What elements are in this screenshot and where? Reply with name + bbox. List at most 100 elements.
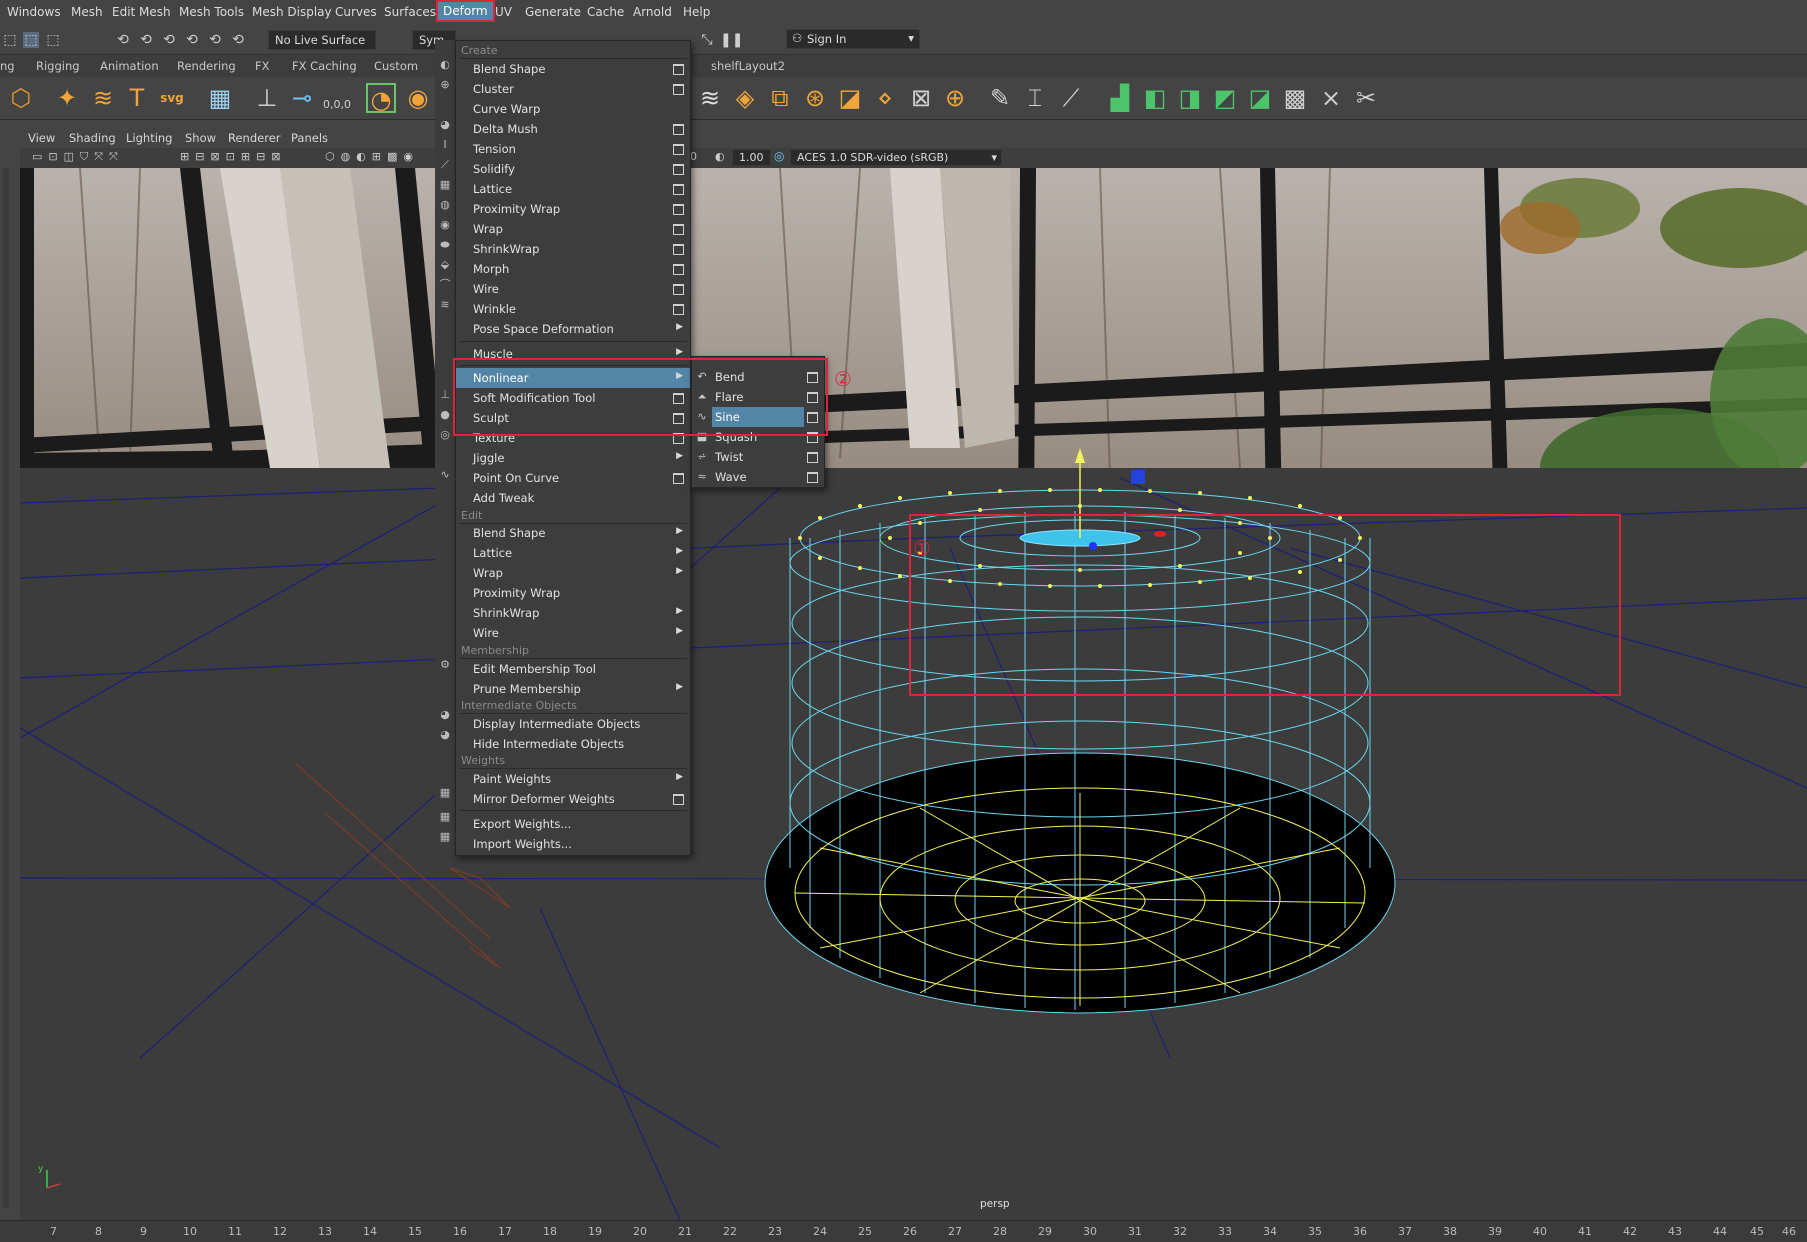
sphere-icon[interactable]: ◉ — [403, 83, 433, 113]
menu-uv[interactable]: UV — [495, 5, 512, 19]
panel-menu-show[interactable]: Show — [185, 131, 216, 145]
menu-item-display-intermediate-objects[interactable]: Display Intermediate Objects — [456, 714, 690, 734]
menu-item-point-on-curve[interactable]: Point On Curve — [456, 468, 690, 488]
menu-item-mirror-deformer-weights[interactable]: Mirror Deformer Weights — [456, 789, 690, 809]
uv-icon-5[interactable]: ◪ — [1245, 83, 1275, 113]
freeze-icon[interactable]: 0,0,0 — [322, 83, 352, 113]
scissors-icon[interactable]: ✂ — [1351, 83, 1381, 113]
option-box-icon[interactable] — [673, 473, 684, 484]
sign-in-button[interactable]: ⚇ Sign In ▾ — [786, 29, 920, 49]
undo-icon[interactable]: ⟲ — [230, 32, 246, 48]
menu-item-wire[interactable]: Wire — [456, 279, 690, 299]
menu-item-prune-membership[interactable]: Prune Membership ▶ — [456, 679, 690, 699]
menu-item-edit-wrap[interactable]: Wrap ▶ — [456, 563, 690, 583]
shading-toggles-icon[interactable]: ⬡◍◐⊞▩◉ — [325, 150, 419, 163]
text-icon[interactable]: T — [122, 83, 152, 113]
slice-icon[interactable]: ⋄ — [870, 83, 900, 113]
star-icon[interactable]: ✦ — [52, 83, 82, 113]
menu-item-jiggle[interactable]: Jiggle ▶ — [456, 448, 690, 468]
submenu-item-squash[interactable]: ⬓ Squash — [692, 427, 824, 447]
menu-item-paint-weights[interactable]: Paint Weights ▶ — [456, 769, 690, 789]
menu-edit-mesh[interactable]: Edit Mesh — [112, 5, 171, 19]
option-box-icon[interactable] — [673, 224, 684, 235]
menu-mesh[interactable]: Mesh — [71, 5, 103, 19]
tab-fx-caching[interactable]: FX Caching — [292, 59, 357, 73]
menu-windows[interactable]: Windows — [7, 5, 61, 19]
option-box-icon[interactable] — [673, 304, 684, 315]
menu-item-curve-warp[interactable]: Curve Warp — [456, 99, 690, 119]
panel-menu-view[interactable]: View — [28, 131, 55, 145]
cube-icon[interactable]: ◈ — [730, 83, 760, 113]
uv-icon-4[interactable]: ◩ — [1210, 83, 1240, 113]
menu-item-edit-blend-shape[interactable]: Blend Shape ▶ — [456, 523, 690, 543]
menu-item-edit-lattice[interactable]: Lattice ▶ — [456, 543, 690, 563]
option-box-icon[interactable] — [807, 472, 818, 483]
pencil-icon[interactable]: ✎ — [985, 83, 1015, 113]
submenu-item-bend[interactable]: ↶ Bend — [692, 367, 824, 387]
option-box-icon[interactable] — [673, 794, 684, 805]
option-box-icon[interactable] — [807, 432, 818, 443]
submenu-item-wave[interactable]: ≈ Wave — [692, 467, 824, 487]
menu-item-hide-intermediate-objects[interactable]: Hide Intermediate Objects — [456, 734, 690, 754]
option-box-icon[interactable] — [673, 433, 684, 444]
menu-item-muscle[interactable]: Muscle ▶ — [456, 344, 690, 364]
option-box-icon[interactable] — [673, 393, 684, 404]
tab-shelflayout2[interactable]: shelfLayout2 — [711, 59, 785, 73]
camera-tools-icon[interactable]: ▭⊡◫⛉⤧⤧ — [32, 150, 124, 164]
cut-icon[interactable]: ⟋ — [1056, 83, 1086, 113]
option-box-icon[interactable] — [673, 184, 684, 195]
menu-generate[interactable]: Generate — [525, 5, 581, 19]
option-box-icon[interactable] — [673, 144, 684, 155]
select-component-icon[interactable]: ⟲ — [161, 32, 177, 48]
paint-select-icon[interactable]: ⟲ — [207, 32, 223, 48]
option-box-icon[interactable] — [673, 264, 684, 275]
menu-deform[interactable]: Deform — [436, 0, 495, 22]
display-toggles-icon[interactable]: ⊞⊟⊠⊡⊞⊟⊠ — [180, 150, 287, 163]
tab-rigging[interactable]: Rigging — [36, 59, 80, 73]
menu-item-export-weights[interactable]: Export Weights... — [456, 814, 690, 834]
menu-help[interactable]: Help — [683, 5, 710, 19]
menu-item-edit-proximity-wrap[interactable]: Proximity Wrap — [456, 583, 690, 603]
sweep-icon[interactable]: ≋ — [88, 83, 118, 113]
gamma-icon[interactable]: ◐ — [715, 150, 725, 163]
polygon-icon[interactable]: ⬡ — [6, 83, 36, 113]
menu-item-solidify[interactable]: Solidify — [456, 159, 690, 179]
option-box-icon[interactable] — [673, 244, 684, 255]
menu-item-delta-mush[interactable]: Delta Mush — [456, 119, 690, 139]
menu-item-proximity-wrap[interactable]: Proximity Wrap — [456, 199, 690, 219]
perspective-viewport[interactable]: y ① persp — [20, 168, 1807, 1220]
select-mode-icon[interactable]: ⬚ — [2, 32, 18, 48]
panel-menu-panels[interactable]: Panels — [291, 131, 328, 145]
menu-mesh-display[interactable]: Mesh Display — [252, 5, 332, 19]
manipulator-handle[interactable] — [1131, 470, 1145, 484]
bounding-box-icon[interactable]: ⊠ — [906, 83, 936, 113]
menu-item-edit-membership-tool[interactable]: Edit Membership Tool — [456, 659, 690, 679]
time-slider[interactable]: 7 8 9 10 11 12 13 14 15 16 17 18 19 20 2… — [0, 1220, 1807, 1242]
menu-item-nonlinear[interactable]: Nonlinear ▶ — [456, 368, 690, 388]
menu-item-edit-shrinkwrap[interactable]: ShrinkWrap ▶ — [456, 603, 690, 623]
tab-custom[interactable]: Custom — [374, 59, 418, 73]
option-box-icon[interactable] — [673, 413, 684, 424]
gamma-field[interactable]: 1.00 — [732, 149, 771, 166]
menu-curves[interactable]: Curves — [335, 5, 377, 19]
menu-item-import-weights[interactable]: Import Weights... — [456, 834, 690, 854]
combine-icon[interactable]: ⊕ — [940, 83, 970, 113]
tab-rendering[interactable]: Rendering — [177, 59, 236, 73]
snap-icon[interactable]: ⊸ — [287, 83, 317, 113]
menu-surfaces[interactable]: Surfaces — [384, 5, 436, 19]
live-surface-field[interactable]: No Live Surface — [268, 30, 376, 50]
menu-item-wrap[interactable]: Wrap — [456, 219, 690, 239]
cubes-icon[interactable]: ⧉ — [765, 83, 795, 113]
select-object-icon[interactable]: ⟲ — [138, 32, 154, 48]
menu-item-add-tweak[interactable]: Add Tweak — [456, 488, 690, 508]
svg-icon[interactable]: svg — [157, 83, 187, 113]
submenu-item-twist[interactable]: ⩫ Twist — [692, 447, 824, 467]
select-hierarchy-icon[interactable]: ⟲ — [115, 32, 131, 48]
split-icon[interactable]: ⌶ — [1020, 83, 1050, 113]
menu-item-pose-space-deformation[interactable]: Pose Space Deformation ▶ — [456, 319, 690, 339]
menu-item-morph[interactable]: Morph — [456, 259, 690, 279]
option-box-icon[interactable] — [807, 412, 818, 423]
tab-animation[interactable]: Animation — [100, 59, 159, 73]
option-box-icon[interactable] — [673, 164, 684, 175]
option-box-icon[interactable] — [807, 452, 818, 463]
